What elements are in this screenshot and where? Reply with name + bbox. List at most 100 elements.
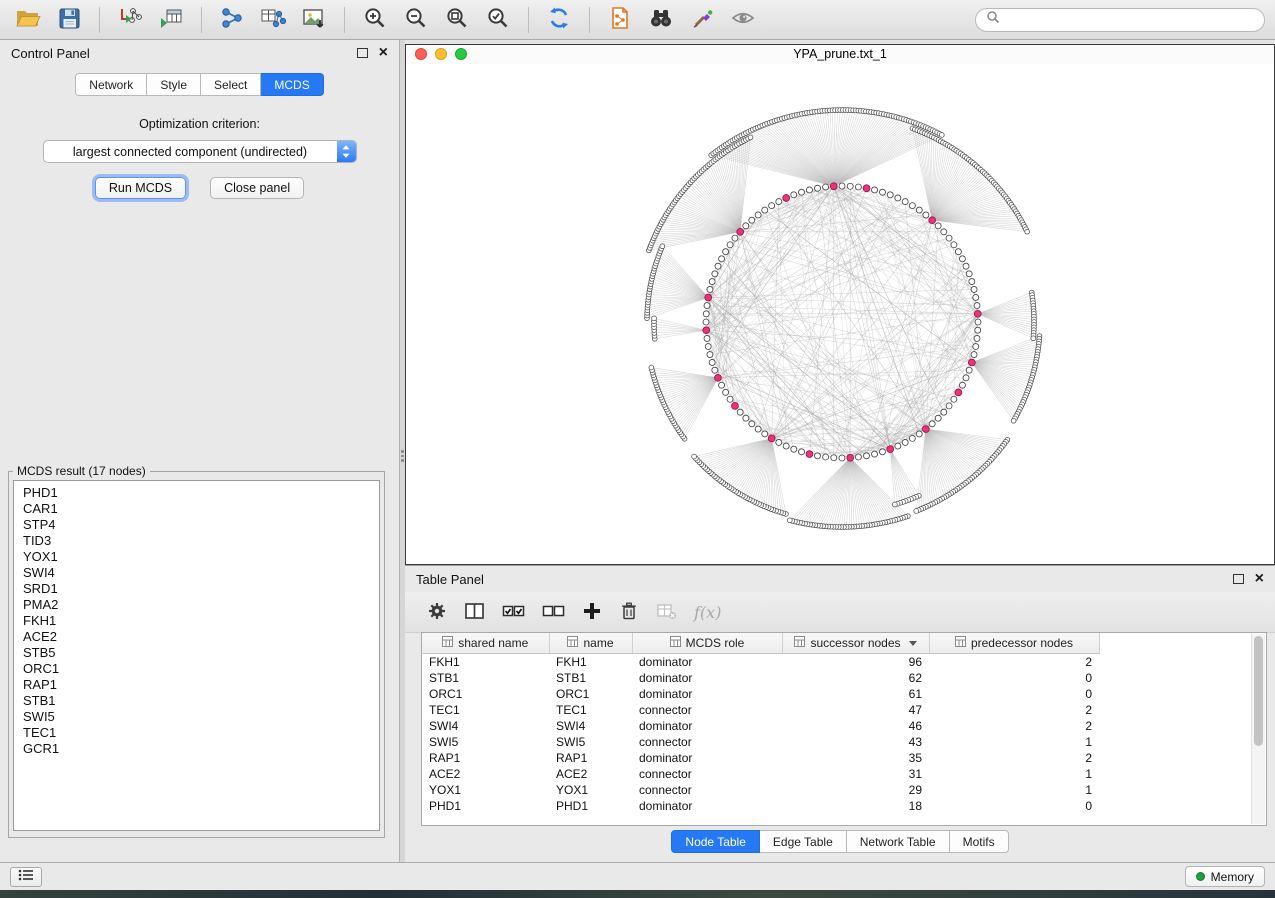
maximize-window-icon[interactable]	[455, 48, 467, 60]
table-row[interactable]: STB1STB1dominator620	[422, 670, 1099, 686]
mcds-result-item[interactable]: STB5	[23, 645, 370, 661]
mcds-result-item[interactable]: ACE2	[23, 629, 370, 645]
cell[interactable]: 2	[929, 750, 1099, 766]
cell[interactable]: connector	[632, 782, 782, 798]
refresh-view-button[interactable]	[541, 5, 577, 35]
memory-button[interactable]: Memory	[1185, 866, 1265, 887]
cell[interactable]: 46	[782, 718, 929, 734]
select-all-columns-button[interactable]	[502, 601, 525, 624]
mcds-result-item[interactable]: TID3	[23, 533, 370, 549]
table-scrollbar-thumb[interactable]	[1254, 636, 1263, 746]
cell[interactable]: dominator	[632, 686, 782, 702]
zoom-in-button[interactable]	[357, 5, 393, 35]
mcds-result-item[interactable]: PMA2	[23, 597, 370, 613]
search-input[interactable]	[1006, 12, 1254, 28]
cell[interactable]: RAP1	[549, 750, 632, 766]
save-session-button[interactable]	[51, 5, 87, 35]
cell[interactable]: PHD1	[422, 798, 549, 814]
new-network-from-table-button[interactable]	[255, 5, 291, 35]
mcds-result-list[interactable]: PHD1CAR1STP4TID3YOX1SWI4SRD1PMA2FKH1ACE2…	[13, 480, 380, 831]
cell[interactable]: ORC1	[549, 686, 632, 702]
cell[interactable]: ACE2	[422, 766, 549, 782]
mcds-result-item[interactable]: PHD1	[23, 485, 370, 501]
tab-style[interactable]: Style	[147, 73, 201, 96]
cell[interactable]: SWI4	[549, 718, 632, 734]
mcds-result-item[interactable]: FKH1	[23, 613, 370, 629]
mcds-result-item[interactable]: SWI4	[23, 565, 370, 581]
table-row[interactable]: ACE2ACE2connector311	[422, 766, 1099, 782]
close-window-icon[interactable]	[415, 48, 427, 60]
mcds-result-item[interactable]: STP4	[23, 517, 370, 533]
close-panel-button[interactable]: Close panel	[210, 177, 304, 199]
network-graph[interactable]	[406, 64, 1274, 564]
criterion-dropdown[interactable]: largest connected component (undirected)	[43, 140, 357, 163]
minimize-window-icon[interactable]	[435, 48, 447, 60]
cell[interactable]: PHD1	[549, 798, 632, 814]
cell[interactable]: dominator	[632, 654, 782, 671]
cell[interactable]: YOX1	[422, 782, 549, 798]
unselect-all-columns-button[interactable]	[542, 601, 565, 624]
table-row[interactable]: RAP1RAP1dominator352	[422, 750, 1099, 766]
mcds-result-item[interactable]: ORC1	[23, 661, 370, 677]
add-column-button[interactable]	[582, 601, 602, 624]
table-scrollbar[interactable]	[1251, 634, 1265, 824]
cell[interactable]: 35	[782, 750, 929, 766]
cell[interactable]: 31	[782, 766, 929, 782]
cell[interactable]: dominator	[632, 670, 782, 686]
tab-network[interactable]: Network	[75, 73, 147, 96]
cell[interactable]: 62	[782, 670, 929, 686]
show-columns-button[interactable]	[464, 601, 485, 624]
cell[interactable]: SWI5	[422, 734, 549, 750]
clone-network-button[interactable]	[602, 5, 638, 35]
column-header-MCDS-role[interactable]: MCDS role	[632, 633, 782, 654]
tab-select[interactable]: Select	[201, 73, 261, 96]
table-row[interactable]: SWI5SWI5connector431	[422, 734, 1099, 750]
mcds-result-item[interactable]: STB1	[23, 693, 370, 709]
mcds-result-item[interactable]: GCR1	[23, 741, 370, 757]
table-row[interactable]: TEC1TEC1connector472	[422, 702, 1099, 718]
cell[interactable]: dominator	[632, 798, 782, 814]
cell[interactable]: 43	[782, 734, 929, 750]
apply-style-button[interactable]	[684, 5, 720, 35]
cell[interactable]: 0	[929, 670, 1099, 686]
float-panel-icon[interactable]	[357, 48, 368, 58]
cell[interactable]: FKH1	[549, 654, 632, 671]
zoom-fit-button[interactable]	[439, 5, 475, 35]
cell[interactable]: TEC1	[549, 702, 632, 718]
mcds-result-item[interactable]: YOX1	[23, 549, 370, 565]
cell[interactable]: FKH1	[422, 654, 549, 671]
close-table-panel-icon[interactable]: ×	[1255, 571, 1264, 587]
mcds-result-item[interactable]: SRD1	[23, 581, 370, 597]
cell[interactable]: connector	[632, 734, 782, 750]
close-panel-icon[interactable]: ×	[379, 45, 388, 61]
tab-mcds[interactable]: MCDS	[261, 73, 323, 96]
cell[interactable]: SWI5	[549, 734, 632, 750]
show-hide-button[interactable]	[725, 5, 761, 35]
cell[interactable]: RAP1	[422, 750, 549, 766]
network-view[interactable]	[406, 64, 1274, 564]
cell[interactable]: 18	[782, 798, 929, 814]
cell[interactable]: SWI4	[422, 718, 549, 734]
import-table-button[interactable]	[153, 5, 189, 35]
first-neighbors-button[interactable]	[643, 5, 679, 35]
mcds-result-item[interactable]: SWI5	[23, 709, 370, 725]
cell[interactable]: 1	[929, 766, 1099, 782]
cell[interactable]: TEC1	[422, 702, 549, 718]
delete-table-button[interactable]	[656, 601, 677, 624]
cell[interactable]: 96	[782, 654, 929, 671]
run-mcds-button[interactable]: Run MCDS	[95, 177, 186, 199]
mcds-result-item[interactable]: TEC1	[23, 725, 370, 741]
cell[interactable]: 1	[929, 734, 1099, 750]
mcds-result-item[interactable]: CAR1	[23, 501, 370, 517]
table-settings-button[interactable]	[427, 601, 447, 624]
tab-motifs[interactable]: Motifs	[950, 830, 1009, 853]
tab-network-table[interactable]: Network Table	[847, 830, 950, 853]
column-header-name[interactable]: name	[549, 633, 632, 654]
table-row[interactable]: PHD1PHD1dominator180	[422, 798, 1099, 814]
cell[interactable]: 47	[782, 702, 929, 718]
cell[interactable]: YOX1	[549, 782, 632, 798]
cell[interactable]: connector	[632, 702, 782, 718]
table-row[interactable]: SWI4SWI4dominator462	[422, 718, 1099, 734]
cell[interactable]: 2	[929, 718, 1099, 734]
column-header-successor-nodes[interactable]: successor nodes	[782, 633, 929, 654]
